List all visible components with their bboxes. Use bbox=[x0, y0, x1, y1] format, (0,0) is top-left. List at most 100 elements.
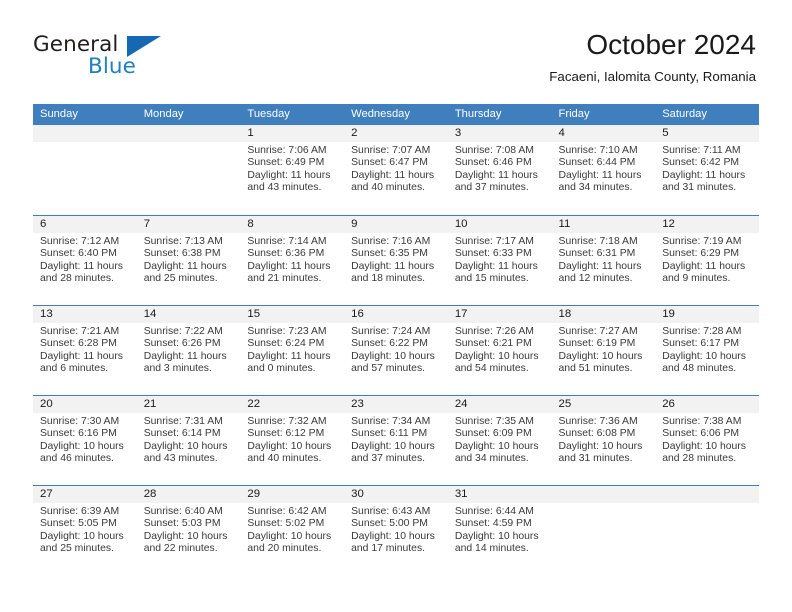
day-details: Sunrise: 7:14 AM Sunset: 6:36 PM Daylight:… bbox=[240, 233, 344, 286]
daylight-text-line2: and 43 minutes. bbox=[143, 453, 218, 465]
day-details: Sunrise: 7:26 AM Sunset: 6:21 PM Daylight:… bbox=[448, 323, 552, 376]
calendar-day-cell[interactable]: 16 Sunrise: 7:24 AM Sunset: 6:22 PM Dayligh… bbox=[344, 306, 448, 395]
sunset-text: Sunset: 5:03 PM bbox=[143, 518, 221, 530]
daylight-text-line2: and 3 minutes. bbox=[143, 363, 212, 375]
calendar-day-cell[interactable]: 9 Sunrise: 7:16 AM Sunset: 6:35 PM Daylight… bbox=[344, 216, 448, 305]
title-block: October 2024 Facaeni, Ialomita County, R… bbox=[549, 28, 756, 85]
day-details: Sunrise: 6:42 AM Sunset: 5:02 PM Daylight:… bbox=[240, 503, 344, 556]
sunrise-text: Sunrise: 7:27 AM bbox=[558, 326, 638, 337]
calendar-day-cell[interactable]: 3 Sunrise: 7:08 AM Sunset: 6:46 PM Daylight… bbox=[447, 125, 552, 215]
sunset-text: Sunset: 6:49 PM bbox=[247, 157, 325, 169]
sunrise-text: Sunrise: 7:31 AM bbox=[143, 416, 223, 427]
sunset-text: Sunset: 6:17 PM bbox=[662, 338, 740, 350]
sunset-text: Sunset: 6:31 PM bbox=[558, 248, 636, 260]
day-number: 2 bbox=[344, 125, 448, 142]
day-number: 21 bbox=[136, 396, 241, 413]
day-details: Sunrise: 7:12 AM Sunset: 6:40 PM Daylight:… bbox=[33, 233, 137, 286]
daylight-text-line1: Daylight: 10 hours bbox=[351, 440, 435, 452]
sunset-text: Sunset: 6:42 PM bbox=[662, 157, 740, 169]
sunset-text: Sunset: 6:16 PM bbox=[40, 428, 117, 440]
day-details: Sunrise: 6:40 AM Sunset: 5:03 PM Daylight:… bbox=[137, 503, 241, 556]
day-details: Sunrise: 6:43 AM Sunset: 5:00 PM Daylight:… bbox=[344, 503, 448, 556]
calendar-day-cell[interactable]: 5 Sunrise: 7:11 AM Sunset: 6:42 PM Daylight… bbox=[655, 125, 759, 215]
day-number: 1 bbox=[240, 125, 345, 142]
day-number: 4 bbox=[551, 125, 656, 142]
weekday-header-tuesday: Tuesday bbox=[247, 108, 290, 120]
calendar-day-cell[interactable]: 27 Sunrise: 6:39 AM Sunset: 5:05 PM Dayligh… bbox=[33, 486, 137, 575]
calendar-day-cell[interactable]: 7 Sunrise: 7:13 AM Sunset: 6:38 PM Daylight… bbox=[136, 216, 241, 305]
sunrise-text: Sunrise: 6:40 AM bbox=[143, 506, 223, 517]
day-number: 25 bbox=[551, 396, 656, 413]
sunrise-text: Sunrise: 7:32 AM bbox=[247, 416, 327, 427]
calendar-day-cell[interactable]: 29 Sunrise: 6:42 AM Sunset: 5:02 PM Dayligh… bbox=[240, 486, 345, 575]
calendar-day-cell[interactable]: 4 Sunrise: 7:10 AM Sunset: 6:44 PM Daylight… bbox=[551, 125, 656, 215]
sunset-text: Sunset: 6:47 PM bbox=[351, 157, 428, 169]
calendar-day-cell[interactable]: 19 Sunrise: 7:28 AM Sunset: 6:17 PM Dayligh… bbox=[655, 306, 759, 395]
calendar-day-cell-empty bbox=[136, 125, 241, 215]
generalblue-logo[interactable]: General Blue bbox=[33, 32, 273, 88]
day-number: 17 bbox=[447, 306, 552, 323]
sunset-text: Sunset: 6:21 PM bbox=[454, 338, 532, 350]
calendar-day-cell[interactable]: 22 Sunrise: 7:32 AM Sunset: 6:12 PM Dayligh… bbox=[240, 396, 345, 485]
day-details: Sunrise: 7:10 AM Sunset: 6:44 PM Daylight:… bbox=[552, 142, 656, 195]
calendar-day-cell[interactable]: 12 Sunrise: 7:19 AM Sunset: 6:29 PM Dayligh… bbox=[655, 216, 759, 305]
day-details: Sunrise: 7:31 AM Sunset: 6:14 PM Daylight:… bbox=[137, 413, 241, 466]
calendar-day-cell[interactable]: 2 Sunrise: 7:07 AM Sunset: 6:47 PM Daylight… bbox=[344, 125, 448, 215]
calendar-day-cell[interactable]: 11 Sunrise: 7:18 AM Sunset: 6:31 PM Dayligh… bbox=[551, 216, 656, 305]
daylight-text-line2: and 25 minutes. bbox=[143, 273, 218, 285]
calendar-day-cell[interactable]: 14 Sunrise: 7:22 AM Sunset: 6:26 PM Dayligh… bbox=[136, 306, 241, 395]
daylight-text-line2: and 20 minutes. bbox=[247, 543, 322, 555]
day-number: 12 bbox=[655, 216, 759, 233]
daylight-text-line2: and 12 minutes. bbox=[558, 273, 633, 285]
daylight-text-line2: and 14 minutes. bbox=[454, 543, 529, 555]
calendar-day-cell[interactable]: 20 Sunrise: 7:30 AM Sunset: 6:16 PM Dayligh… bbox=[33, 396, 137, 485]
sunrise-text: Sunrise: 7:36 AM bbox=[558, 416, 638, 427]
sunrise-text: Sunrise: 7:11 AM bbox=[662, 145, 741, 156]
calendar-day-cell[interactable]: 1 Sunrise: 7:06 AM Sunset: 6:49 PM Daylight… bbox=[240, 125, 345, 215]
daylight-text-line1: Daylight: 10 hours bbox=[454, 350, 539, 362]
day-details: Sunrise: 7:34 AM Sunset: 6:11 PM Daylight:… bbox=[344, 413, 448, 466]
sunrise-text: Sunrise: 7:38 AM bbox=[662, 416, 742, 427]
calendar-day-cell[interactable]: 6 Sunrise: 7:12 AM Sunset: 6:40 PM Daylight… bbox=[33, 216, 137, 305]
calendar-day-cell[interactable]: 28 Sunrise: 6:40 AM Sunset: 5:03 PM Dayligh… bbox=[136, 486, 241, 575]
sunset-text: Sunset: 5:02 PM bbox=[247, 518, 325, 530]
daylight-text-line1: Daylight: 11 hours bbox=[40, 350, 123, 362]
daylight-text-line2: and 37 minutes. bbox=[454, 182, 529, 194]
sunset-text: Sunset: 6:44 PM bbox=[558, 157, 636, 169]
weekday-header-row: Sunday Monday Tuesday Wednesday Thursday… bbox=[33, 104, 759, 125]
daylight-text-line1: Daylight: 11 hours bbox=[40, 260, 123, 272]
calendar-day-cell[interactable]: 10 Sunrise: 7:17 AM Sunset: 6:33 PM Dayligh… bbox=[447, 216, 552, 305]
daylight-text-line1: Daylight: 10 hours bbox=[247, 530, 332, 542]
calendar-day-cell[interactable]: 31 Sunrise: 6:44 AM Sunset: 4:59 PM Dayligh… bbox=[447, 486, 552, 575]
daylight-text-line1: Daylight: 11 hours bbox=[247, 169, 331, 181]
page-subtitle: Facaeni, Ialomita County, Romania bbox=[549, 69, 756, 84]
daylight-text-line1: Daylight: 11 hours bbox=[662, 260, 746, 272]
sunset-text: Sunset: 6:46 PM bbox=[454, 157, 532, 169]
calendar-day-cell[interactable]: 8 Sunrise: 7:14 AM Sunset: 6:36 PM Daylight… bbox=[240, 216, 345, 305]
sunset-text: Sunset: 6:26 PM bbox=[143, 338, 221, 350]
daylight-text-line1: Daylight: 11 hours bbox=[351, 169, 435, 181]
calendar-day-cell[interactable]: 17 Sunrise: 7:26 AM Sunset: 6:21 PM Dayligh… bbox=[447, 306, 552, 395]
calendar-day-cell[interactable]: 21 Sunrise: 7:31 AM Sunset: 6:14 PM Dayligh… bbox=[136, 396, 241, 485]
calendar-day-cell[interactable]: 24 Sunrise: 7:35 AM Sunset: 6:09 PM Dayligh… bbox=[447, 396, 552, 485]
day-details: Sunrise: 7:06 AM Sunset: 6:49 PM Daylight:… bbox=[240, 142, 344, 195]
calendar-week-row: 6 Sunrise: 7:12 AM Sunset: 6:40 PM Daylight… bbox=[33, 215, 759, 305]
calendar-day-cell[interactable]: 18 Sunrise: 7:27 AM Sunset: 6:19 PM Dayligh… bbox=[551, 306, 656, 395]
sunset-text: Sunset: 6:38 PM bbox=[143, 248, 221, 260]
calendar-day-cell[interactable]: 15 Sunrise: 7:23 AM Sunset: 6:24 PM Dayligh… bbox=[240, 306, 345, 395]
daylight-text-line1: Daylight: 11 hours bbox=[247, 260, 331, 272]
calendar-day-cell[interactable]: 23 Sunrise: 7:34 AM Sunset: 6:11 PM Dayligh… bbox=[344, 396, 448, 485]
calendar-day-cell[interactable]: 13 Sunrise: 7:21 AM Sunset: 6:28 PM Dayligh… bbox=[33, 306, 137, 395]
day-number: 9 bbox=[344, 216, 448, 233]
calendar-day-cell[interactable]: 30 Sunrise: 6:43 AM Sunset: 5:00 PM Dayligh… bbox=[344, 486, 448, 575]
calendar-day-cell[interactable]: 26 Sunrise: 7:38 AM Sunset: 6:06 PM Dayligh… bbox=[655, 396, 759, 485]
sunrise-text: Sunrise: 7:12 AM bbox=[40, 236, 120, 247]
day-number bbox=[655, 486, 759, 503]
sunset-text: Sunset: 6:19 PM bbox=[558, 338, 636, 350]
day-number: 15 bbox=[240, 306, 345, 323]
day-details: Sunrise: 7:23 AM Sunset: 6:24 PM Daylight:… bbox=[240, 323, 344, 376]
sunrise-text: Sunrise: 7:24 AM bbox=[351, 326, 431, 337]
calendar-day-cell[interactable]: 25 Sunrise: 7:36 AM Sunset: 6:08 PM Dayligh… bbox=[551, 396, 656, 485]
day-number: 10 bbox=[447, 216, 552, 233]
day-number: 28 bbox=[136, 486, 241, 503]
